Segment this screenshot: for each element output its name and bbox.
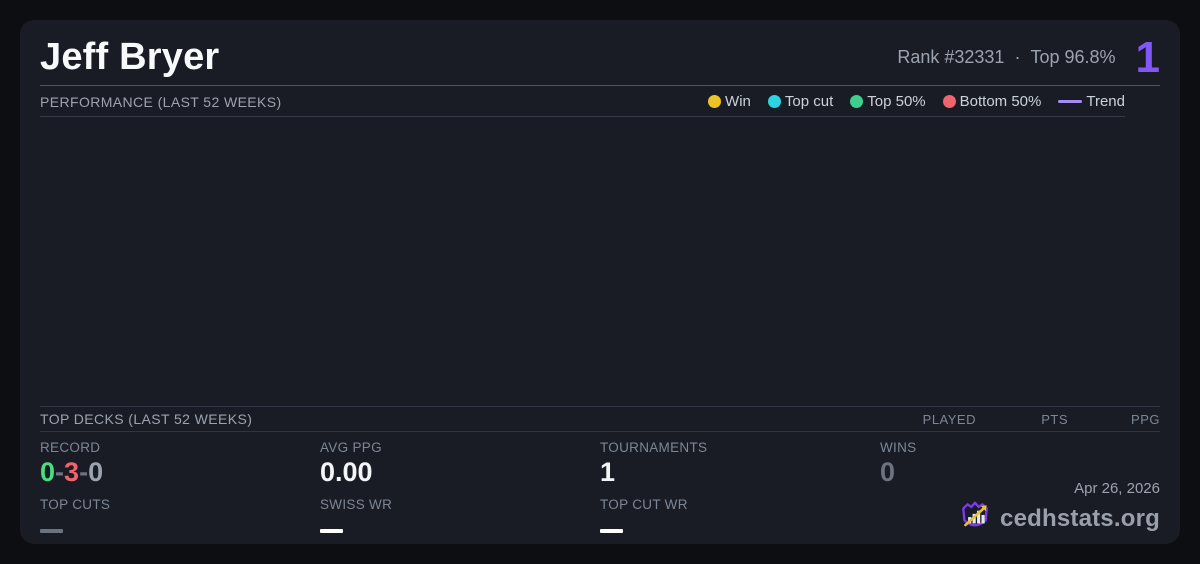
brand-name: cedhstats.org — [1000, 504, 1160, 532]
record-wins: 0 — [40, 457, 56, 487]
card-header: Jeff Bryer Rank #32331 · Top 96.8% 1 — [40, 20, 1160, 86]
cedhstats-logo-icon — [958, 499, 992, 538]
avg-ppg-value: 0.00 — [320, 457, 373, 487]
rank-number: Rank #32331 — [897, 47, 1005, 67]
bottom-50-dot-icon — [942, 95, 956, 108]
swiss-wr-empty-dash — [320, 528, 343, 533]
column-header-pts: PTS — [1041, 411, 1068, 427]
column-header-played: PLAYED — [922, 411, 976, 427]
record-value: 0-3-0 — [40, 457, 320, 488]
legend-label: Bottom 50% — [959, 93, 1042, 110]
stat-block-top-cuts: TOP CUTS — [40, 497, 320, 533]
brand-row: cedhstats.org — [958, 499, 1160, 538]
legend-label: Top cut — [784, 93, 834, 110]
stat-block-top-cut-wr: TOP CUT WR — [600, 497, 880, 533]
legend-label: Top 50% — [867, 93, 926, 110]
player-stats-card: Jeff Bryer Rank #32331 · Top 96.8% 1 PER… — [20, 20, 1180, 544]
record-draws: 0 — [88, 457, 104, 487]
top-decks-header-row: TOP DECKS (LAST 52 WEEKS) PLAYED PTS PPG — [40, 406, 1160, 432]
top-decks-columns: PLAYED PTS PPG — [884, 412, 1160, 427]
tournaments-label: TOURNAMENTS — [600, 440, 708, 455]
top-decks-section-title: TOP DECKS (LAST 52 WEEKS) — [40, 411, 253, 427]
record-label: RECORD — [40, 440, 101, 455]
card-footer: Apr 26, 2026 cedhstats.org — [958, 480, 1160, 538]
avg-ppg-label: AVG PPG — [320, 440, 382, 455]
legend-label: Win — [725, 93, 751, 110]
legend-item-top-cut: Top cut — [767, 93, 834, 110]
rank-separator: · — [1014, 47, 1021, 67]
record-losses: 3 — [64, 457, 80, 487]
column-header-ppg: PPG — [1131, 411, 1160, 427]
top-50-dot-icon — [850, 95, 864, 108]
top-cuts-label: TOP CUTS — [40, 496, 111, 512]
legend-label: Trend — [1086, 93, 1125, 110]
stat-col-avg-ppg: AVG PPG 0.00 SWISS WR — [320, 440, 600, 533]
legend-item-top-50: Top 50% — [850, 93, 926, 110]
date-label: Apr 26, 2026 — [1074, 480, 1160, 497]
performance-chart — [40, 117, 1160, 406]
big-stat-number: 1 — [1135, 32, 1160, 82]
stat-col-tournaments: TOURNAMENTS 1 TOP CUT WR — [600, 440, 880, 533]
trend-line-icon — [1058, 100, 1083, 103]
top-cut-wr-empty-dash — [600, 528, 623, 533]
top-cuts-empty-dash — [40, 528, 63, 533]
record-separator: - — [55, 457, 65, 487]
swiss-wr-label: SWISS WR — [320, 496, 393, 512]
top-percent: Top 96.8% — [1030, 47, 1116, 67]
stat-col-record: RECORD 0-3-0 TOP CUTS — [40, 440, 320, 533]
rank-line: Rank #32331 · Top 96.8% — [897, 47, 1115, 68]
header-right: Rank #32331 · Top 96.8% 1 — [897, 32, 1160, 82]
legend-item-win: Win — [708, 93, 751, 110]
tournaments-value: 1 — [600, 457, 616, 487]
player-name: Jeff Bryer — [40, 36, 220, 78]
wins-label: WINS — [880, 440, 917, 455]
top-cut-wr-label: TOP CUT WR — [600, 496, 688, 512]
performance-section-title: PERFORMANCE (LAST 52 WEEKS) — [40, 93, 282, 110]
top-cut-dot-icon — [767, 95, 781, 108]
legend-item-trend: Trend — [1058, 93, 1125, 110]
stat-block-swiss-wr: SWISS WR — [320, 497, 600, 533]
win-dot-icon — [708, 95, 722, 108]
performance-header-row: PERFORMANCE (LAST 52 WEEKS) Win Top cut … — [40, 86, 1160, 117]
chart-legend: Win Top cut Top 50% Bottom 50% Trend — [708, 93, 1125, 110]
legend-item-bottom-50: Bottom 50% — [942, 93, 1042, 110]
record-separator: - — [79, 457, 89, 487]
